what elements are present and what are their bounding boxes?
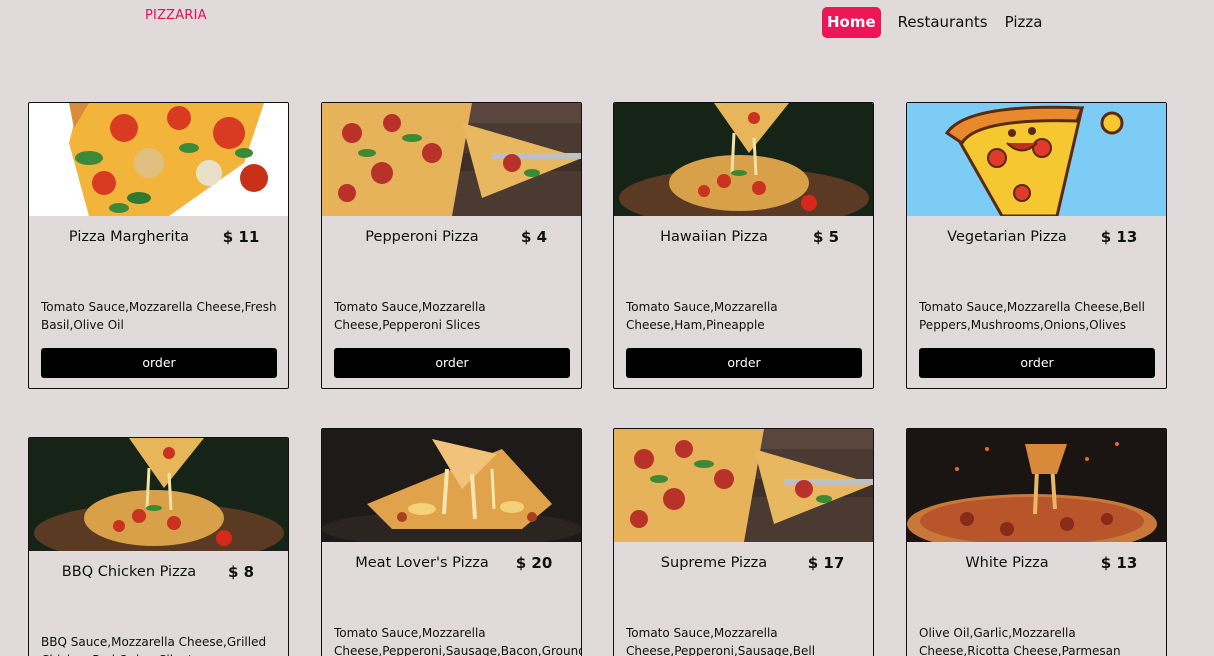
pizza-title: Supreme Pizza — [660, 555, 768, 571]
pizza-price: $ 17 — [807, 554, 845, 572]
pizza-card: BBQ Chicken Pizza $ 8 BBQ Sauce,Mozzarel… — [28, 437, 289, 656]
pizza-image — [907, 103, 1166, 216]
pizza-image — [614, 103, 873, 216]
brand-logo[interactable]: PIZZARIA — [145, 8, 207, 23]
pizza-card: Pepperoni Pizza $ 4 Tomato Sauce,Mozzare… — [321, 102, 582, 389]
pizza-price: $ 5 — [812, 228, 840, 246]
pizza-ingredients: BBQ Sauce,Mozzarella Cheese,Grilled Chic… — [41, 635, 267, 656]
pizza-image — [614, 429, 873, 542]
pizza-ingredients: Tomato Sauce,Mozzarella Cheese,Pepperoni… — [626, 626, 816, 656]
pizza-ingredients: Olive Oil,Garlic,Mozzarella Cheese,Ricot… — [919, 626, 1121, 656]
pizza-card: Hawaiian Pizza $ 5 Tomato Sauce,Mozzarel… — [613, 102, 874, 389]
pizza-card: White Pizza $ 13 Olive Oil,Garlic,Mozzar… — [906, 428, 1167, 656]
page: PIZZARIA Home Restaurants Pizza Pizza Ma… — [0, 0, 1214, 656]
pizza-title: Meat Lover's Pizza — [355, 555, 489, 571]
pizza-card: Vegetarian Pizza $ 13 Tomato Sauce,Mozza… — [906, 102, 1167, 389]
order-button[interactable]: order — [626, 348, 862, 378]
nav-restaurants[interactable]: Restaurants — [898, 7, 988, 38]
pizza-title: Vegetarian Pizza — [947, 229, 1067, 245]
pizza-price: $ 4 — [520, 228, 548, 246]
pizza-image — [322, 429, 581, 542]
order-button[interactable]: order — [919, 348, 1155, 378]
order-button[interactable]: order — [334, 348, 570, 378]
pizza-price: $ 13 — [1100, 554, 1138, 572]
pizza-price: $ 8 — [227, 563, 255, 581]
pizza-ingredients: Tomato Sauce,Mozzarella Cheese,Pepperoni… — [334, 626, 582, 656]
pizza-price: $ 11 — [222, 228, 260, 246]
pizza-card: Pizza Margherita $ 11 Tomato Sauce,Mozza… — [28, 102, 289, 389]
pizza-ingredients: Tomato Sauce,Mozzarella Cheese,Pepperoni… — [334, 300, 486, 332]
pizza-price: $ 20 — [515, 554, 553, 572]
top-nav: Home Restaurants Pizza — [822, 7, 1042, 38]
nav-pizza[interactable]: Pizza — [1005, 7, 1043, 38]
pizza-ingredients: Tomato Sauce,Mozzarella Cheese,Ham,Pinea… — [626, 300, 778, 332]
order-button[interactable]: order — [41, 348, 277, 378]
pizza-image — [322, 103, 581, 216]
pizza-title: Hawaiian Pizza — [660, 229, 768, 245]
pizza-card: Supreme Pizza $ 17 Tomato Sauce,Mozzarel… — [613, 428, 874, 656]
pizza-ingredients: Tomato Sauce,Mozzarella Cheese,Bell Pepp… — [919, 300, 1145, 332]
pizza-image — [29, 103, 288, 216]
pizza-card: Meat Lover's Pizza $ 20 Tomato Sauce,Moz… — [321, 428, 582, 656]
pizza-image — [29, 438, 288, 551]
nav-home[interactable]: Home — [822, 7, 881, 38]
pizza-title: Pepperoni Pizza — [365, 229, 479, 245]
pizza-image — [907, 429, 1166, 542]
pizza-title: White Pizza — [965, 555, 1049, 571]
pizza-title: BBQ Chicken Pizza — [61, 564, 197, 580]
pizza-price: $ 13 — [1100, 228, 1138, 246]
pizza-ingredients: Tomato Sauce,Mozzarella Cheese,Fresh Bas… — [41, 300, 277, 332]
pizza-title: Pizza Margherita — [68, 229, 190, 245]
